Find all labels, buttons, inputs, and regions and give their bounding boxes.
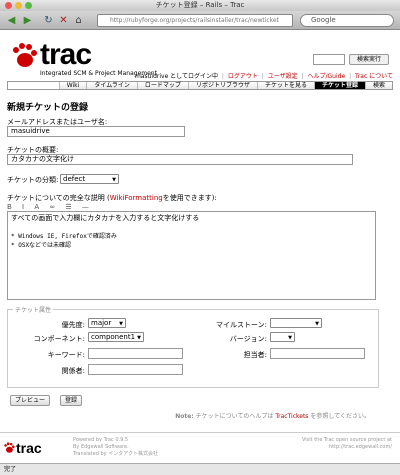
search-input[interactable] bbox=[313, 54, 345, 65]
paw-icon bbox=[4, 442, 15, 453]
type-select-value: defect bbox=[63, 175, 86, 183]
keywords-label: キーワード: bbox=[47, 351, 85, 359]
tab-browse-source[interactable]: リポジトリブラウザ bbox=[187, 82, 257, 89]
tab-roadmap[interactable]: ロードマップ bbox=[136, 82, 188, 89]
component-select[interactable]: component1 ▼ bbox=[88, 332, 144, 342]
submit-button[interactable]: 登録 bbox=[60, 395, 82, 406]
dropdown-arrow-icon: ▼ bbox=[315, 321, 319, 327]
meta-separator: | bbox=[221, 73, 224, 80]
minimize-window-button[interactable] bbox=[15, 2, 22, 9]
status-bar: 完了 bbox=[0, 463, 400, 475]
tab-new-ticket[interactable]: チケット登録 bbox=[313, 82, 365, 89]
url-text: http://rubyforge.org/projects/railsinsta… bbox=[110, 17, 279, 24]
footer-project-link[interactable]: http://trac.edgewall.com/ bbox=[302, 444, 392, 451]
note-text: チケットについてのヘルプは bbox=[193, 413, 276, 420]
dropdown-arrow-icon: ▼ bbox=[288, 335, 292, 341]
owner-label: 担当者: bbox=[243, 351, 267, 359]
search-button[interactable]: 検索実行 bbox=[349, 54, 389, 65]
version-label: バージョン: bbox=[229, 335, 267, 343]
browser-search-text: Google bbox=[311, 16, 336, 24]
paw-icon bbox=[13, 43, 37, 67]
url-bar[interactable]: http://rubyforge.org/projects/railsinsta… bbox=[97, 14, 293, 27]
main-nav: Wiki タイムライン ロードマップ リポジトリブラウザ チケットを見る チケッ… bbox=[7, 81, 393, 90]
component-select-value: component1 bbox=[91, 333, 136, 341]
type-select[interactable]: defect ▼ bbox=[60, 174, 119, 184]
reload-icon[interactable]: ↻ bbox=[42, 15, 55, 26]
properties-legend: チケット属性 bbox=[13, 305, 54, 314]
summary-field[interactable]: カタカナの文字化け bbox=[7, 154, 353, 165]
wiki-toolbar[interactable]: B I A ∞ ☰ — bbox=[7, 203, 93, 211]
priority-select-value: major bbox=[91, 319, 112, 327]
type-label: チケットの分類: bbox=[7, 176, 59, 184]
description-line: * OSXなどでは未確認 bbox=[11, 242, 71, 249]
priority-label: 優先度: bbox=[61, 321, 85, 329]
footer-credit-line: Powered by Trac 0.9.5 bbox=[73, 437, 129, 443]
browser-toolbar: ◀ ▶ ↻ ✕ ⌂ http://rubyforge.org/projects/… bbox=[0, 11, 400, 30]
version-select[interactable]: ▼ bbox=[270, 332, 295, 342]
meta-separator: | bbox=[301, 73, 304, 80]
cc-label: 関係者: bbox=[61, 367, 85, 375]
window-title: チケット登録 – Rails – Trac bbox=[155, 1, 245, 9]
description-textarea[interactable]: すべての画面で入力欄にカタカナを入力すると文字化けする * Windows IE… bbox=[7, 211, 376, 300]
keywords-field[interactable] bbox=[88, 348, 183, 359]
footer: trac Powered by Trac 0.9.5 By Edgewall S… bbox=[0, 432, 400, 463]
description-line: * Windows IE, Firefoxで確認済み bbox=[11, 233, 117, 240]
tab-view-tickets[interactable]: チケットを見る bbox=[256, 82, 314, 89]
description-label: チケットについての完全な説明 (WikiFormattingを使用できます): bbox=[7, 193, 217, 203]
footer-project-line: Visit the Trac open source project at bbox=[301, 437, 392, 443]
footer-logo[interactable]: trac bbox=[16, 440, 42, 456]
dropdown-arrow-icon: ▼ bbox=[119, 321, 123, 327]
meta-nav: masuidrive としてログイン中 | ログアウト | ユーザ設定 | ヘル… bbox=[135, 71, 393, 80]
zoom-window-button[interactable] bbox=[25, 2, 32, 9]
browser-search-field[interactable]: Google bbox=[300, 14, 394, 27]
home-icon[interactable]: ⌂ bbox=[72, 15, 85, 26]
page-content: trac Integrated SCM & Project Management… bbox=[0, 30, 400, 463]
milestone-select[interactable]: ▼ bbox=[270, 318, 322, 328]
component-label: コンポーネント: bbox=[33, 335, 85, 343]
meta-separator: | bbox=[261, 73, 264, 80]
cc-field[interactable] bbox=[88, 364, 183, 375]
footer-project-info: Visit the Trac open source project at ht… bbox=[302, 437, 392, 451]
priority-select[interactable]: major ▼ bbox=[88, 318, 126, 328]
description-label-post: を使用できます): bbox=[162, 194, 217, 202]
footer-credit-line: Translated by インタアクト株式会社 bbox=[73, 451, 158, 457]
dropdown-arrow-icon: ▼ bbox=[137, 335, 141, 341]
forward-button[interactable]: ▶ bbox=[21, 15, 34, 26]
note-label: Note: bbox=[175, 413, 194, 420]
page-title: 新規チケットの登録 bbox=[7, 103, 89, 113]
help-note: Note: チケットについてのヘルプは TracTickets を参照してくださ… bbox=[175, 411, 370, 420]
reporter-field[interactable]: masuidrive bbox=[7, 126, 185, 137]
description-line: すべての画面で入力欄にカタカナを入力すると文字化けする bbox=[11, 214, 200, 222]
preferences-link[interactable]: ユーザ設定 bbox=[268, 73, 298, 80]
tractickets-link[interactable]: TracTickets bbox=[275, 413, 308, 420]
logout-link[interactable]: ログアウト bbox=[228, 73, 258, 80]
close-window-button[interactable] bbox=[5, 2, 12, 9]
tab-search[interactable]: 検索 bbox=[364, 82, 392, 89]
preview-button[interactable]: プレビュー bbox=[10, 395, 50, 406]
back-button[interactable]: ◀ bbox=[5, 15, 18, 26]
milestone-label: マイルストーン: bbox=[215, 321, 267, 329]
about-link[interactable]: Trac について bbox=[355, 73, 393, 80]
footer-credit-line: By Edgewall Software. bbox=[73, 444, 129, 450]
stop-icon[interactable]: ✕ bbox=[57, 15, 70, 26]
description-label-pre: チケットについての完全な説明 ( bbox=[7, 194, 110, 202]
tab-wiki[interactable]: Wiki bbox=[58, 82, 87, 89]
wikiformatting-link[interactable]: WikiFormatting bbox=[110, 194, 163, 202]
dropdown-arrow-icon: ▼ bbox=[112, 177, 116, 183]
logo-text: trac bbox=[40, 38, 92, 71]
meta-separator: | bbox=[349, 73, 352, 80]
help-link[interactable]: ヘルプ/Guide bbox=[308, 73, 346, 80]
login-status: masuidrive としてログイン中 bbox=[134, 73, 218, 80]
footer-credits: Powered by Trac 0.9.5 By Edgewall Softwa… bbox=[73, 437, 158, 458]
tab-timeline[interactable]: タイムライン bbox=[86, 82, 137, 89]
owner-field[interactable] bbox=[270, 348, 365, 359]
window-titlebar: チケット登録 – Rails – Trac bbox=[0, 0, 400, 11]
note-text: を参照してください。 bbox=[308, 413, 370, 420]
